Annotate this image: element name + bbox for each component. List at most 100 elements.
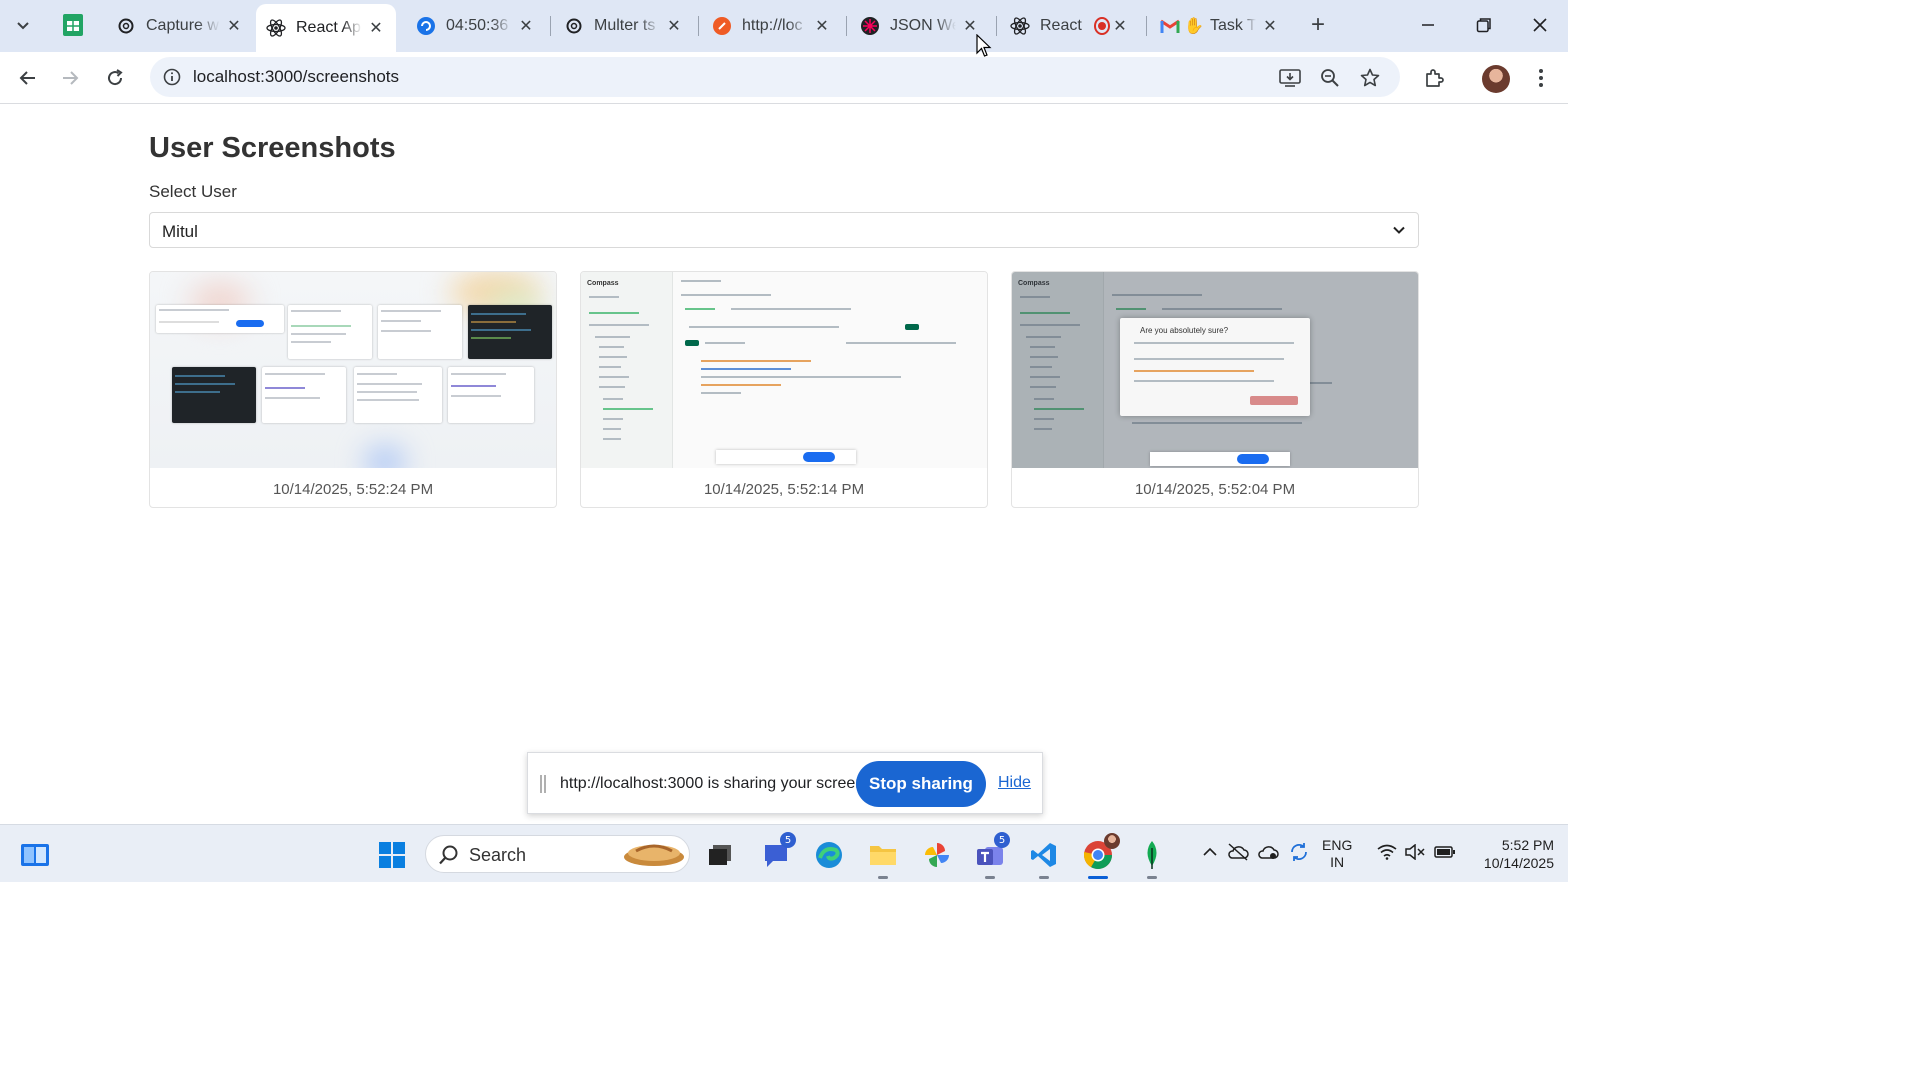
tab-react-recording[interactable]: React ✕: [1000, 6, 1140, 46]
close-icon[interactable]: ✕: [812, 16, 832, 36]
minimize-button[interactable]: [1408, 8, 1448, 42]
document-line: [701, 360, 811, 362]
postman-icon: [712, 16, 732, 36]
compass-toolbar: [705, 342, 745, 344]
star-icon[interactable]: [1358, 67, 1382, 89]
site-info-icon[interactable]: [162, 67, 182, 87]
tab-postman[interactable]: http://loc ✕: [702, 6, 842, 46]
compass-logo-text: Compass: [1018, 280, 1050, 287]
tab-title: JSON We: [890, 17, 956, 34]
screenshot-card[interactable]: Compass: [1011, 271, 1419, 508]
chrome-button[interactable]: [1078, 833, 1120, 879]
hide-link[interactable]: Hide: [998, 774, 1031, 792]
task-view-icon: [709, 845, 731, 865]
forward-button[interactable]: [54, 62, 86, 94]
onedrive-offline-icon[interactable]: [1227, 841, 1249, 863]
edge-button[interactable]: [809, 835, 849, 875]
vscode-button[interactable]: [1024, 835, 1064, 879]
teams-button[interactable]: 5: [970, 832, 1010, 879]
close-icon[interactable]: ✕: [664, 16, 684, 36]
back-button[interactable]: [12, 62, 44, 94]
address-bar[interactable]: localhost:3000/screenshots: [150, 57, 1400, 97]
edge-icon: [816, 842, 842, 868]
restore-icon: [1476, 18, 1491, 33]
window-preview: [172, 367, 256, 423]
chevron-up-icon[interactable]: [1199, 841, 1221, 863]
find-button: [905, 324, 919, 330]
file-explorer-button[interactable]: [863, 835, 903, 879]
tab-capture[interactable]: Capture w ✕: [106, 6, 254, 46]
start-button[interactable]: [372, 835, 412, 875]
openai-icon: [116, 16, 136, 36]
screenshot-timestamp: 10/14/2025, 5:52:04 PM: [1134, 481, 1296, 498]
close-icon[interactable]: ✕: [1260, 16, 1280, 36]
screenshot-card[interactable]: 10/14/2025, 5:52:24 PM: [149, 271, 557, 508]
wifi-icon[interactable]: [1376, 841, 1398, 863]
close-icon[interactable]: ✕: [960, 16, 980, 36]
menu-icon[interactable]: [1527, 64, 1555, 92]
screenshot-card[interactable]: Compass: [580, 271, 988, 508]
battery-icon[interactable]: [1434, 841, 1456, 863]
tab-title: Task T: [1210, 17, 1256, 34]
screenshot-thumbnail[interactable]: Compass: [1012, 272, 1418, 468]
wallpaper-blob: [365, 447, 405, 468]
delete-button-preview: [1250, 396, 1298, 405]
sheets-icon[interactable]: [62, 13, 84, 37]
window-preview: [262, 367, 346, 423]
mongodb-compass-button[interactable]: [1132, 835, 1172, 879]
stop-sharing-button[interactable]: Stop sharing: [856, 761, 986, 807]
close-icon[interactable]: ✕: [224, 16, 244, 36]
screenshot-thumbnail[interactable]: Compass: [581, 272, 987, 468]
widgets-button[interactable]: [15, 835, 55, 875]
select-user-label: Select User: [149, 182, 237, 201]
vscode-icon: [1031, 843, 1056, 867]
drag-handle-icon[interactable]: [540, 775, 546, 793]
widgets-icon: [21, 844, 49, 866]
tab-title: Capture w: [146, 17, 219, 34]
task-view-button[interactable]: [700, 835, 740, 875]
user-select-dropdown[interactable]: Mitul: [149, 212, 1419, 248]
sync-icon[interactable]: [1288, 841, 1310, 863]
tab-timer[interactable]: 04:50:36 - ✕: [406, 6, 546, 46]
close-icon[interactable]: ✕: [516, 16, 536, 36]
compass-filter: [689, 326, 839, 328]
close-icon[interactable]: ✕: [366, 18, 386, 38]
tab-json-web[interactable]: JSON We ✕: [850, 6, 990, 46]
react-icon: [1010, 16, 1030, 36]
zoom-icon[interactable]: [1318, 67, 1342, 89]
clock[interactable]: 5:52 PM 10/14/2025: [1462, 836, 1554, 872]
tab-react-app[interactable]: React App ✕: [256, 4, 396, 52]
tab-task[interactable]: ✋ Task T ✕: [1150, 6, 1290, 46]
chat-app-button[interactable]: 5: [756, 832, 796, 875]
restore-button[interactable]: [1464, 8, 1504, 42]
photos-button[interactable]: [917, 835, 957, 875]
onedrive-icon[interactable]: [1257, 841, 1279, 863]
speaker-muted-icon[interactable]: [1404, 841, 1426, 863]
tab-separator: [846, 16, 847, 36]
new-tab-button[interactable]: +: [1303, 10, 1333, 40]
language-indicator[interactable]: ENG IN: [1322, 837, 1352, 871]
search-label: Search: [469, 845, 527, 865]
tab-multer[interactable]: Multer ts ✕: [554, 6, 694, 46]
react-icon: [266, 18, 286, 38]
window-preview: [448, 367, 534, 423]
document-line: [701, 384, 781, 386]
sharing-message: http://localhost:3000 is sharing your sc…: [560, 775, 869, 792]
reload-button[interactable]: [99, 62, 131, 94]
compass-tabs: [1162, 308, 1282, 310]
close-icon[interactable]: ✕: [1110, 16, 1130, 36]
install-app-icon[interactable]: [1278, 67, 1302, 89]
extensions-icon[interactable]: [1420, 64, 1448, 92]
minimize-icon: [1422, 24, 1434, 26]
tab-title: Multer ts: [594, 17, 656, 34]
sharing-bar-preview: [716, 450, 856, 464]
tab-separator: [698, 16, 699, 36]
screenshot-thumbnail[interactable]: [150, 272, 556, 468]
tab-search-button[interactable]: [8, 10, 38, 40]
chevron-down-icon: [1393, 226, 1405, 234]
close-window-button[interactable]: [1520, 8, 1560, 42]
document-line: [1132, 422, 1302, 424]
page-title: User Screenshots: [149, 132, 396, 164]
profile-avatar[interactable]: [1482, 65, 1510, 93]
taskbar-search[interactable]: Search: [425, 835, 690, 873]
